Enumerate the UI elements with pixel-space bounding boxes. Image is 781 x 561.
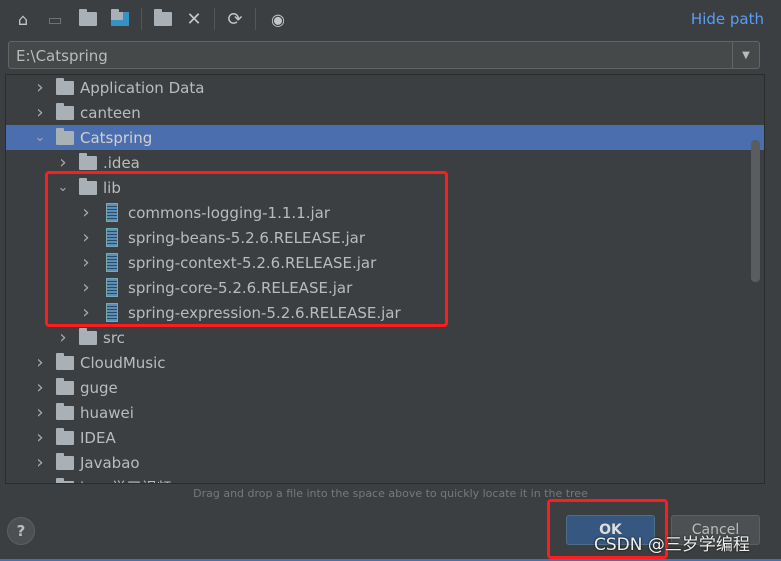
path-input[interactable] (9, 42, 738, 70)
tree-item[interactable]: › canteen (6, 100, 764, 125)
tree-item-label: .idea (103, 153, 140, 172)
module-folder-icon[interactable] (109, 8, 131, 30)
desktop-icon[interactable]: ▭ (44, 8, 66, 30)
tree-item[interactable]: › src (6, 325, 764, 350)
folder-icon (56, 427, 74, 445)
chevron-right-icon[interactable]: › (57, 327, 69, 348)
chevron-right-icon[interactable]: › (34, 402, 46, 423)
watermark: CSDN @三岁学编程 (594, 535, 750, 555)
new-folder-icon[interactable] (152, 8, 174, 30)
folder-icon (56, 352, 74, 370)
tree-item[interactable]: › CloudMusic (6, 350, 764, 375)
tree-item-label: Application Data (80, 78, 205, 97)
tree-item-label: Catspring (80, 128, 153, 147)
path-field[interactable]: ▼ (8, 41, 760, 70)
chevron-down-icon[interactable]: ▼ (732, 42, 759, 68)
chevron-right-icon[interactable]: › (34, 377, 46, 398)
tree-item-label: src (103, 328, 125, 347)
tree-item-label: huawei (80, 403, 134, 422)
tree-item[interactable]: › guge (6, 375, 764, 400)
tree-item-label: java学习视频 (80, 477, 171, 483)
folder-icon (56, 402, 74, 420)
tree-item-label: Javabao (80, 453, 140, 472)
chevron-right-icon[interactable]: › (34, 452, 46, 473)
folder-icon (56, 77, 74, 95)
delete-icon[interactable]: ✕ (183, 8, 205, 30)
chevron-right-icon[interactable]: › (34, 77, 46, 98)
chevron-down-icon[interactable]: ⌄ (34, 130, 46, 145)
tree-item[interactable]: › Application Data (6, 75, 764, 100)
folder-icon (56, 377, 74, 395)
folder-icon (56, 477, 74, 483)
scrollbar[interactable] (751, 140, 760, 282)
tree-item[interactable]: › huawei (6, 400, 764, 425)
tree-item[interactable]: › IDEA (6, 425, 764, 450)
tree-item-label: IDEA (80, 428, 116, 447)
highlight-box-lib (45, 171, 448, 327)
refresh-icon[interactable]: ⟳ (224, 8, 246, 30)
folder-icon (79, 327, 97, 345)
tree-item[interactable]: ⌄ Catspring (6, 125, 764, 150)
help-button[interactable]: ? (7, 517, 35, 545)
folder-icon (79, 152, 97, 170)
tree-item[interactable]: › Javabao (6, 450, 764, 475)
folder-icon (56, 127, 74, 145)
chevron-right-icon[interactable]: › (34, 352, 46, 373)
home-icon[interactable]: ⌂ (12, 8, 34, 30)
folder-icon (56, 102, 74, 120)
tree-item-label: canteen (80, 103, 141, 122)
tree-item-label: CloudMusic (80, 353, 166, 372)
chevron-right-icon[interactable]: › (34, 477, 46, 483)
tree-item-label: guge (80, 378, 118, 397)
hide-path-link[interactable]: Hide path (691, 10, 764, 28)
tree-item[interactable]: › java学习视频 (6, 475, 764, 483)
chevron-right-icon[interactable]: › (34, 427, 46, 448)
chevron-right-icon[interactable]: › (57, 152, 69, 173)
project-folder-icon[interactable] (77, 8, 99, 30)
show-hidden-icon[interactable]: ◉ (267, 8, 289, 30)
chevron-right-icon[interactable]: › (34, 102, 46, 123)
folder-icon (56, 452, 74, 470)
